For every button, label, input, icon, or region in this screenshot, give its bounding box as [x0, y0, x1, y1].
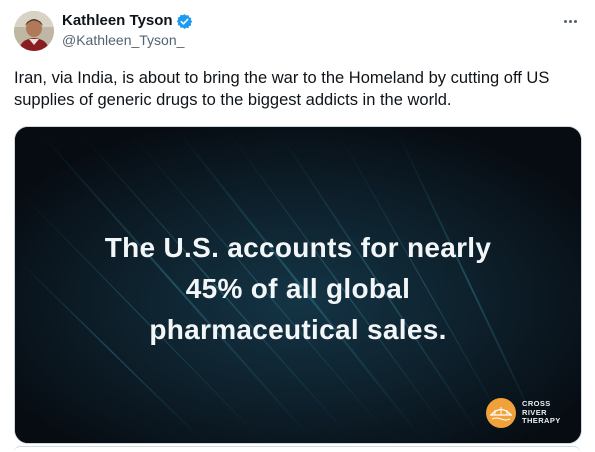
media-headline: The U.S. accounts for nearly 45% of all … [15, 227, 581, 350]
tweet-media-image[interactable]: The U.S. accounts for nearly 45% of all … [14, 126, 582, 444]
next-card-edge [14, 446, 580, 452]
author-handle[interactable]: @Kathleen_Tyson_ [62, 31, 184, 49]
bridge-logo-icon [486, 398, 516, 428]
more-options-icon[interactable] [559, 11, 581, 31]
cross-river-therapy-logo: CROSS RIVER THERAPY [486, 398, 561, 428]
verified-badge-icon [176, 13, 193, 30]
headline-line: 45% of all global [185, 273, 411, 304]
avatar[interactable] [14, 11, 54, 51]
headline-line: pharmaceutical sales. [149, 314, 447, 345]
avatar-image [14, 11, 54, 51]
tweet: Kathleen Tyson @Kathleen_Tyson_ Iran, vi… [0, 0, 595, 451]
headline-line: The U.S. accounts for nearly [104, 232, 492, 263]
author-name-row: Kathleen Tyson [62, 11, 193, 31]
tweet-text: Iran, via India, is about to bring the w… [14, 69, 554, 109]
logo-wordmark: CROSS RIVER THERAPY [522, 400, 561, 426]
logo-line: THERAPY [522, 416, 561, 426]
author-display-name[interactable]: Kathleen Tyson [62, 11, 173, 31]
